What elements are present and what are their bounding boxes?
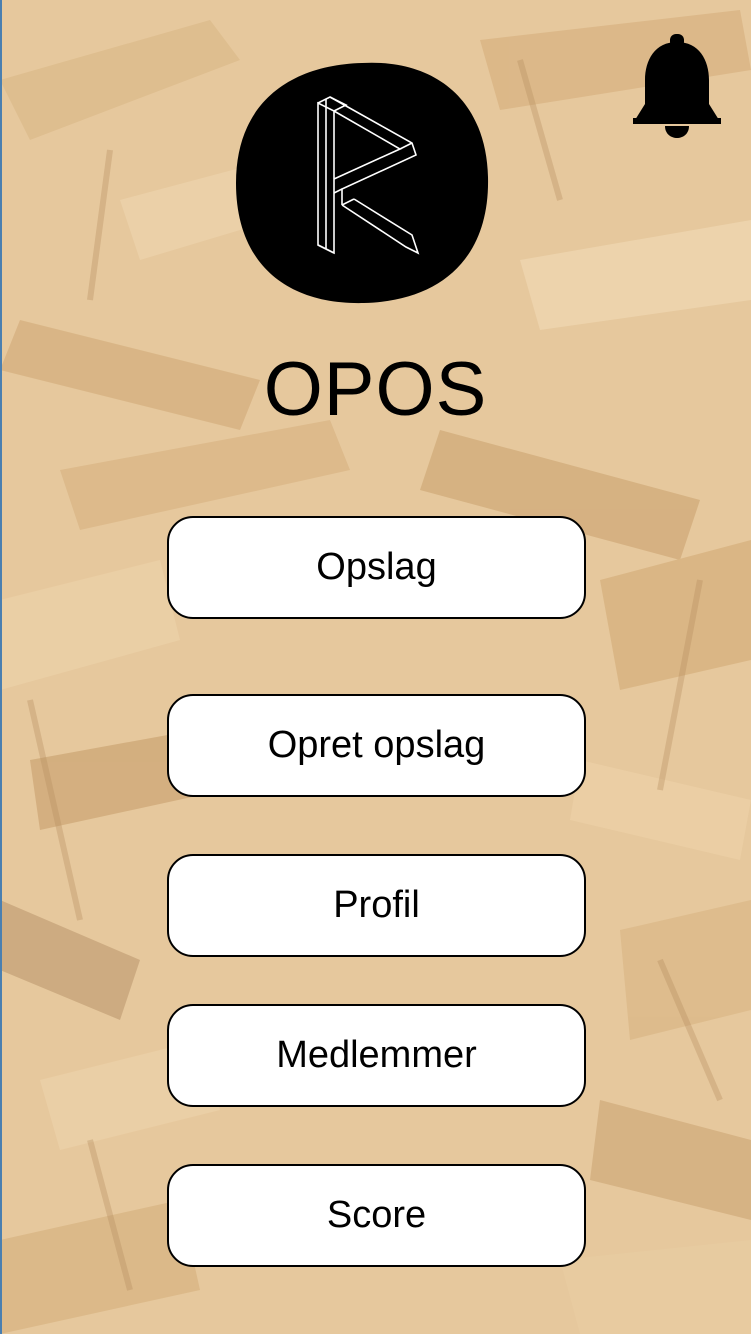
- medlemmer-button[interactable]: Medlemmer: [167, 1004, 586, 1107]
- bell-icon[interactable]: [633, 34, 721, 140]
- opslag-button[interactable]: Opslag: [167, 516, 586, 619]
- score-button[interactable]: Score: [167, 1164, 586, 1267]
- opret-opslag-button[interactable]: Opret opslag: [167, 694, 586, 797]
- app-title: OPOS: [263, 347, 488, 432]
- profil-button[interactable]: Profil: [167, 854, 586, 957]
- window-left-edge: [0, 0, 2, 1334]
- r-monogram-logo: [234, 59, 490, 305]
